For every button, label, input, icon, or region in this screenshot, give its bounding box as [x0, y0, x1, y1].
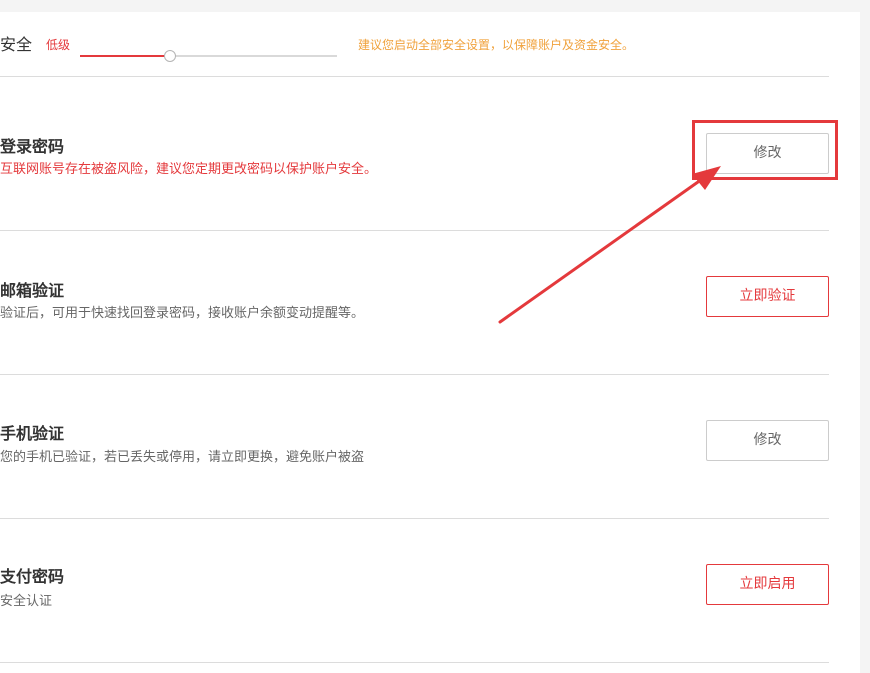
payment-password-desc: 安全认证: [0, 594, 53, 609]
security-level-knob: [164, 50, 176, 62]
security-level-bar: [80, 50, 337, 62]
payment-password-title: 支付密码: [0, 567, 65, 586]
phone-verify-title: 手机验证: [0, 424, 65, 443]
security-tip: 建议您启动全部安全设置，以保障账户及资金安全。: [358, 38, 635, 52]
phone-verify-desc: 您的手机已验证，若已丢失或停用，请立即更换，避免账户被盗: [0, 450, 365, 465]
security-title: 安全: [0, 35, 33, 54]
phone-verify-row: 手机验证 您的手机已验证，若已丢失或停用，请立即更换，避免账户被盗 修改: [0, 375, 829, 519]
login-password-desc: 互联网账号存在被盗风险，建议您定期更改密码以保护账户安全。: [0, 162, 378, 177]
email-verify-desc: 验证后，可用于快速找回登录密码，接收账户余额变动提醒等。: [0, 306, 365, 321]
email-verify-button[interactable]: 立即验证: [706, 276, 829, 317]
email-verify-row: 邮箱验证 验证后，可用于快速找回登录密码，接收账户余额变动提醒等。 立即验证: [0, 231, 829, 375]
security-level-fill: [80, 55, 170, 57]
payment-password-enable-button[interactable]: 立即启用: [706, 564, 829, 605]
payment-password-row: 支付密码 安全认证 立即启用: [0, 519, 829, 663]
login-password-title: 登录密码: [0, 137, 65, 156]
phone-modify-button[interactable]: 修改: [706, 420, 829, 461]
highlight-box-annotation: [692, 120, 838, 180]
email-verify-title: 邮箱验证: [0, 281, 65, 300]
security-level-label: 低级: [46, 38, 71, 52]
